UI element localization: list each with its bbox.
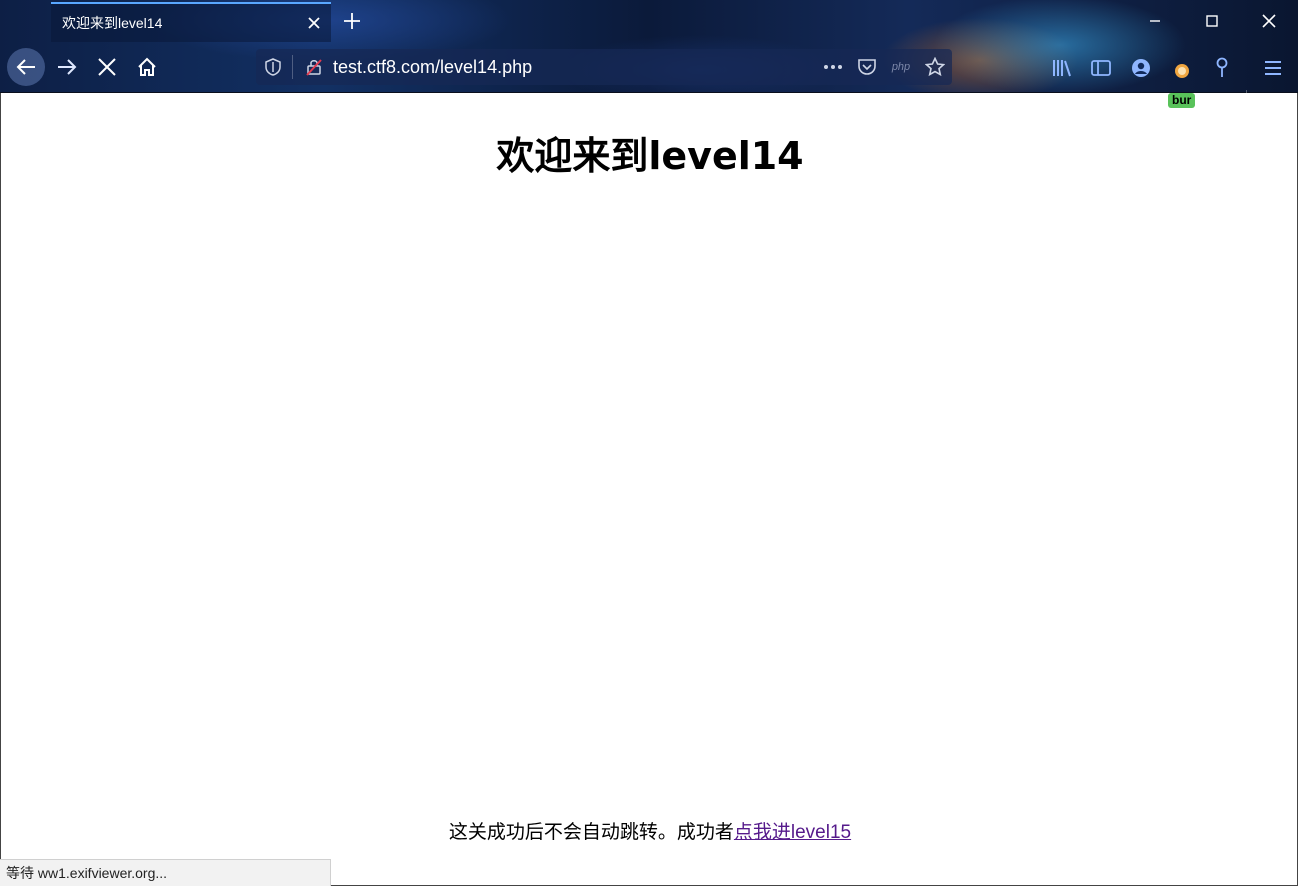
page-actions-icon[interactable] [816, 49, 850, 85]
footer-message: 这关成功后不会自动跳转。成功者点我进level15 [1, 817, 1298, 844]
new-tab-button[interactable] [336, 5, 368, 37]
next-level-link[interactable]: 点我进level15 [734, 822, 851, 843]
shield-icon[interactable] [256, 49, 290, 85]
account-button[interactable] [1123, 50, 1159, 86]
stop-loading-button[interactable] [88, 48, 126, 86]
php-extension-badge[interactable]: php [884, 61, 918, 73]
tab-close-icon[interactable] [297, 6, 331, 40]
browser-chrome: 欢迎来到level14 test.ctf8.com/level14.php ph… [0, 0, 1298, 130]
pin-extension-button[interactable] [1204, 50, 1240, 86]
window-close-button[interactable] [1241, 0, 1297, 42]
home-icon [138, 57, 156, 76]
url-text[interactable]: test.ctf8.com/level14.php [333, 57, 816, 78]
home-button[interactable] [128, 48, 166, 86]
fox-extension-icon [1175, 64, 1189, 78]
page-title: 欢迎来到level14 [496, 134, 804, 178]
account-icon [1132, 59, 1150, 77]
plus-icon [344, 13, 360, 29]
minimize-button[interactable] [1127, 0, 1183, 42]
maximize-button[interactable] [1184, 0, 1240, 42]
page-content: 欢迎来到level14 这关成功后不会自动跳转。成功者点我进level15 [0, 93, 1298, 886]
close-icon [1262, 14, 1276, 28]
bookmark-star-icon[interactable] [918, 49, 952, 85]
sidebar-button[interactable] [1083, 50, 1119, 86]
pocket-icon[interactable] [850, 49, 884, 85]
library-button[interactable] [1044, 50, 1080, 86]
menu-button[interactable] [1255, 50, 1291, 86]
footer-text: 这关成功后不会自动跳转。成功者 [448, 822, 734, 843]
hamburger-menu-icon [1265, 61, 1281, 75]
back-button[interactable] [7, 48, 45, 86]
active-tab[interactable]: 欢迎来到level14 [51, 2, 331, 42]
insecure-lock-icon[interactable] [297, 49, 331, 85]
tab-strip: 欢迎来到level14 [0, 0, 1298, 42]
maximize-icon [1206, 15, 1218, 27]
url-divider [292, 55, 293, 79]
status-bar: 等待 ww1.exifviewer.org... [0, 859, 331, 886]
pin-icon [1216, 57, 1228, 77]
back-arrow-icon [16, 59, 35, 75]
forward-arrow-icon [58, 59, 77, 75]
burp-extension-button[interactable] [1164, 50, 1200, 86]
sidebar-icon [1091, 60, 1111, 76]
library-icon [1053, 60, 1071, 77]
minimize-icon [1150, 20, 1160, 22]
forward-button[interactable] [48, 48, 86, 86]
url-bar[interactable]: test.ctf8.com/level14.php php [256, 49, 952, 85]
tab-title: 欢迎来到level14 [62, 15, 163, 31]
stop-icon [98, 58, 116, 76]
navigation-toolbar: test.ctf8.com/level14.php php bur [0, 42, 1298, 130]
